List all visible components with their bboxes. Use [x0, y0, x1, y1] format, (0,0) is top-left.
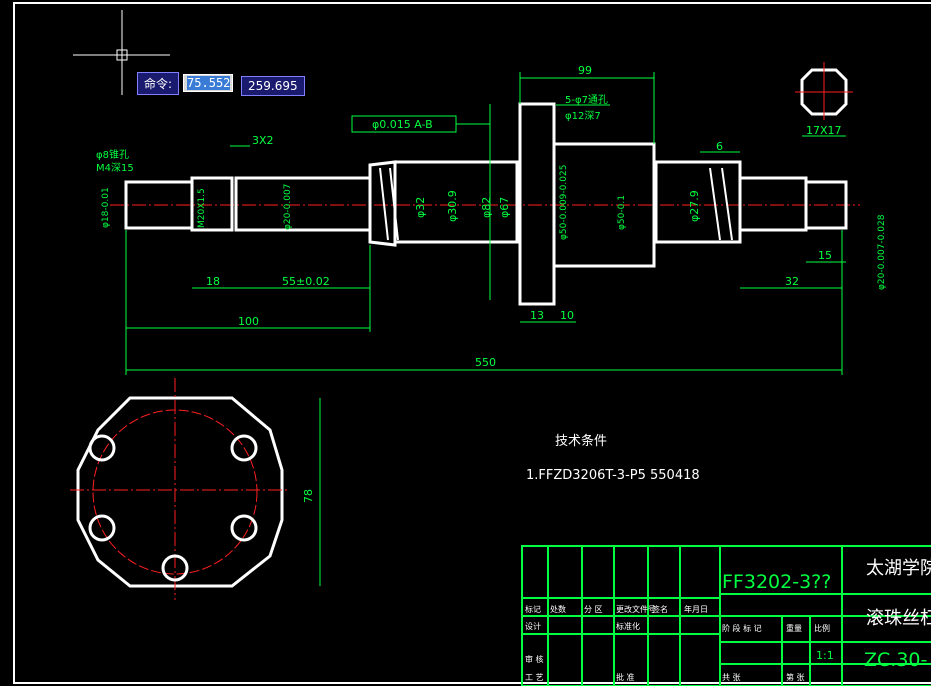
tb-header-sign: 签名: [652, 604, 668, 614]
scale-value: 1:1: [816, 649, 834, 662]
dimension-lines: [125, 72, 846, 586]
dim-cbore: φ12深7: [565, 110, 601, 122]
dim-15: 15: [818, 249, 832, 262]
tb-stage: 阶 段 标 记: [722, 623, 762, 633]
coordinate-x-value: 75.552: [187, 76, 231, 90]
dim-phi309: φ30.9: [446, 190, 459, 222]
dim-phi32: φ32: [414, 197, 427, 218]
coordinate-x-input[interactable]: 75.552: [183, 74, 234, 92]
tb-standardize: 标准化: [616, 621, 640, 631]
dim-phi8: φ8锥孔: [96, 149, 129, 161]
flange-view: [70, 378, 290, 600]
school-name: 太湖学院: [866, 558, 931, 579]
dim-m20: M20X1.5: [197, 188, 207, 228]
part-name: 滚珠丝杠: [866, 608, 931, 629]
tolerance-frame-text: φ0.015 A-B: [372, 118, 433, 131]
tb-header-mark: 标记: [525, 604, 541, 614]
dim-78: 78: [302, 489, 315, 503]
dim-phi82: φ82: [480, 197, 493, 218]
dim-55: 55±0.02: [282, 275, 330, 288]
tech-title: 技术条件: [555, 433, 607, 449]
dim-550: 550: [475, 356, 496, 369]
dynamic-input[interactable]: 命令: 75.552: [137, 71, 234, 95]
tb-header-count: 处数: [550, 604, 566, 614]
dim-100: 100: [238, 315, 259, 328]
tb-sheet: 第 张: [786, 672, 805, 682]
dim-phi20: φ20-0.007: [283, 184, 293, 230]
dim-17x17: 17X17: [806, 124, 842, 137]
dim-phi50b: φ50-0.1: [617, 195, 627, 230]
tb-process: 工 艺: [525, 673, 544, 682]
tb-total-sheets: 共 张: [722, 673, 741, 682]
dim-phi50a: φ50-0.009-0.025: [559, 165, 569, 240]
dim-6: 6: [716, 140, 723, 153]
dim-99: 99: [578, 64, 592, 77]
tb-approve: 批 准: [616, 672, 635, 682]
dim-13: 13: [530, 309, 544, 322]
tb-header-zone: 分 区: [584, 605, 603, 614]
tb-weight: 重量: [786, 623, 802, 633]
drawing-number: ZC.30-: [864, 649, 927, 671]
dim-phi18: φ18-0.01: [101, 187, 111, 228]
tb-header-date: 年月日: [684, 604, 708, 614]
tb-header-change: 更改文件号: [616, 604, 656, 614]
dim-3x2: 3X2: [252, 134, 274, 147]
dim-18: 18: [206, 275, 220, 288]
dim-phi67: φ67: [498, 197, 511, 218]
tb-review: 审 核: [525, 654, 544, 664]
end-view-square: [795, 62, 853, 120]
dim-m4: M4深15: [96, 162, 134, 174]
cad-drawing-canvas[interactable]: 99 3X2 6 18 55±0.02 100 550 13 10 32 15 …: [0, 0, 931, 686]
part-code: FF3202-3??: [722, 571, 831, 593]
dim-32: 32: [785, 275, 799, 288]
tech-line-1: 1.FFZD3206T-3-P5 550418: [526, 468, 700, 483]
command-prompt: 命令:: [137, 71, 180, 95]
tb-scale: 比例: [814, 623, 830, 633]
dim-holes: 5-φ7通孔: [565, 94, 608, 106]
dim-phi279: φ27.9: [688, 190, 701, 222]
dim-10: 10: [560, 309, 574, 322]
dim-phi20-right: φ20-0.007-0.028: [877, 214, 887, 290]
tb-design: 设计: [525, 621, 541, 631]
coordinate-y-field[interactable]: 259.695: [241, 76, 305, 96]
